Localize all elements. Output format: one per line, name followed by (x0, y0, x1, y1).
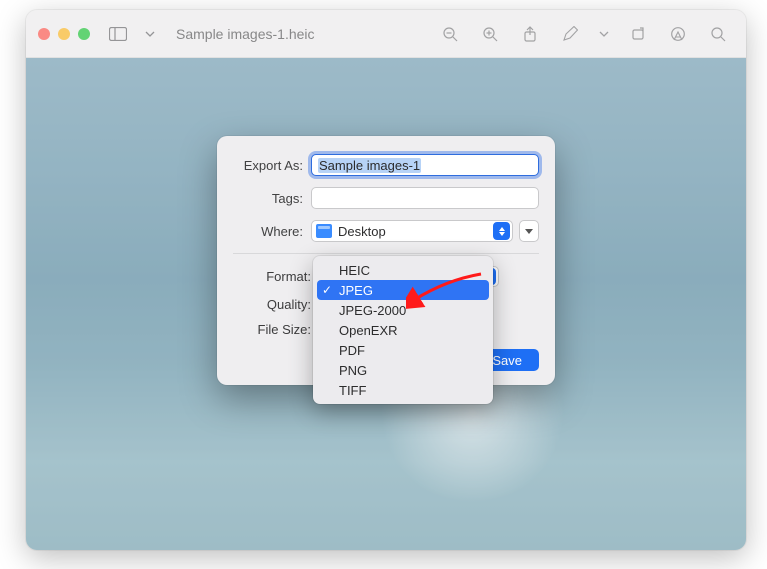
format-option-openexr[interactable]: OpenEXR (317, 320, 489, 340)
file-size-label: File Size: (233, 322, 319, 337)
tags-row: Tags: (233, 187, 539, 209)
titlebar: Sample images-1.heic (26, 10, 746, 58)
markup-icon[interactable] (558, 22, 582, 46)
share-icon[interactable] (518, 22, 542, 46)
format-option-jpeg-label: JPEG (339, 283, 373, 298)
chevron-down-icon[interactable] (138, 22, 162, 46)
minimize-window-button[interactable] (58, 28, 70, 40)
chevron-down-icon[interactable] (598, 22, 610, 46)
format-option-jpeg-2000[interactable]: JPEG-2000 (317, 300, 489, 320)
sheet-divider (233, 253, 539, 254)
search-icon[interactable] (706, 22, 730, 46)
format-option-png[interactable]: PNG (317, 360, 489, 380)
format-dropdown-menu: HEIC ✓ JPEG JPEG-2000 OpenEXR PDF PNG TI… (313, 256, 493, 404)
format-option-heic[interactable]: HEIC (317, 260, 489, 280)
export-as-field[interactable]: Sample images-1 (311, 154, 539, 176)
quality-label: Quality: (233, 297, 319, 312)
expand-save-dialog-button[interactable] (519, 220, 539, 242)
export-as-label: Export As: (233, 158, 311, 173)
tags-label: Tags: (233, 191, 311, 206)
zoom-out-icon[interactable] (438, 22, 462, 46)
format-label: Format: (233, 269, 319, 284)
popup-stepper-icon (493, 222, 510, 240)
tags-field[interactable] (311, 187, 539, 209)
info-icon[interactable] (666, 22, 690, 46)
where-value: Desktop (338, 224, 386, 239)
where-row: Where: Desktop (233, 220, 539, 242)
preview-window: Sample images-1.heic (26, 10, 746, 550)
export-as-row: Export As: Sample images-1 (233, 154, 539, 176)
fullscreen-window-button[interactable] (78, 28, 90, 40)
traffic-lights (38, 28, 90, 40)
rotate-icon[interactable] (626, 22, 650, 46)
where-popup[interactable]: Desktop (311, 220, 513, 242)
window-title: Sample images-1.heic (176, 26, 430, 42)
zoom-in-icon[interactable] (478, 22, 502, 46)
where-label: Where: (233, 224, 311, 239)
folder-icon (316, 224, 332, 238)
chevron-down-icon (525, 229, 533, 234)
format-option-pdf[interactable]: PDF (317, 340, 489, 360)
sidebar-toggle-icon[interactable] (106, 22, 130, 46)
checkmark-icon: ✓ (322, 283, 332, 297)
format-option-tiff[interactable]: TIFF (317, 380, 489, 400)
export-sheet: Export As: Sample images-1 Tags: Where: … (217, 136, 555, 385)
toolbar-right (438, 22, 734, 46)
export-as-value: Sample images-1 (318, 158, 421, 173)
format-option-jpeg[interactable]: ✓ JPEG (317, 280, 489, 300)
close-window-button[interactable] (38, 28, 50, 40)
